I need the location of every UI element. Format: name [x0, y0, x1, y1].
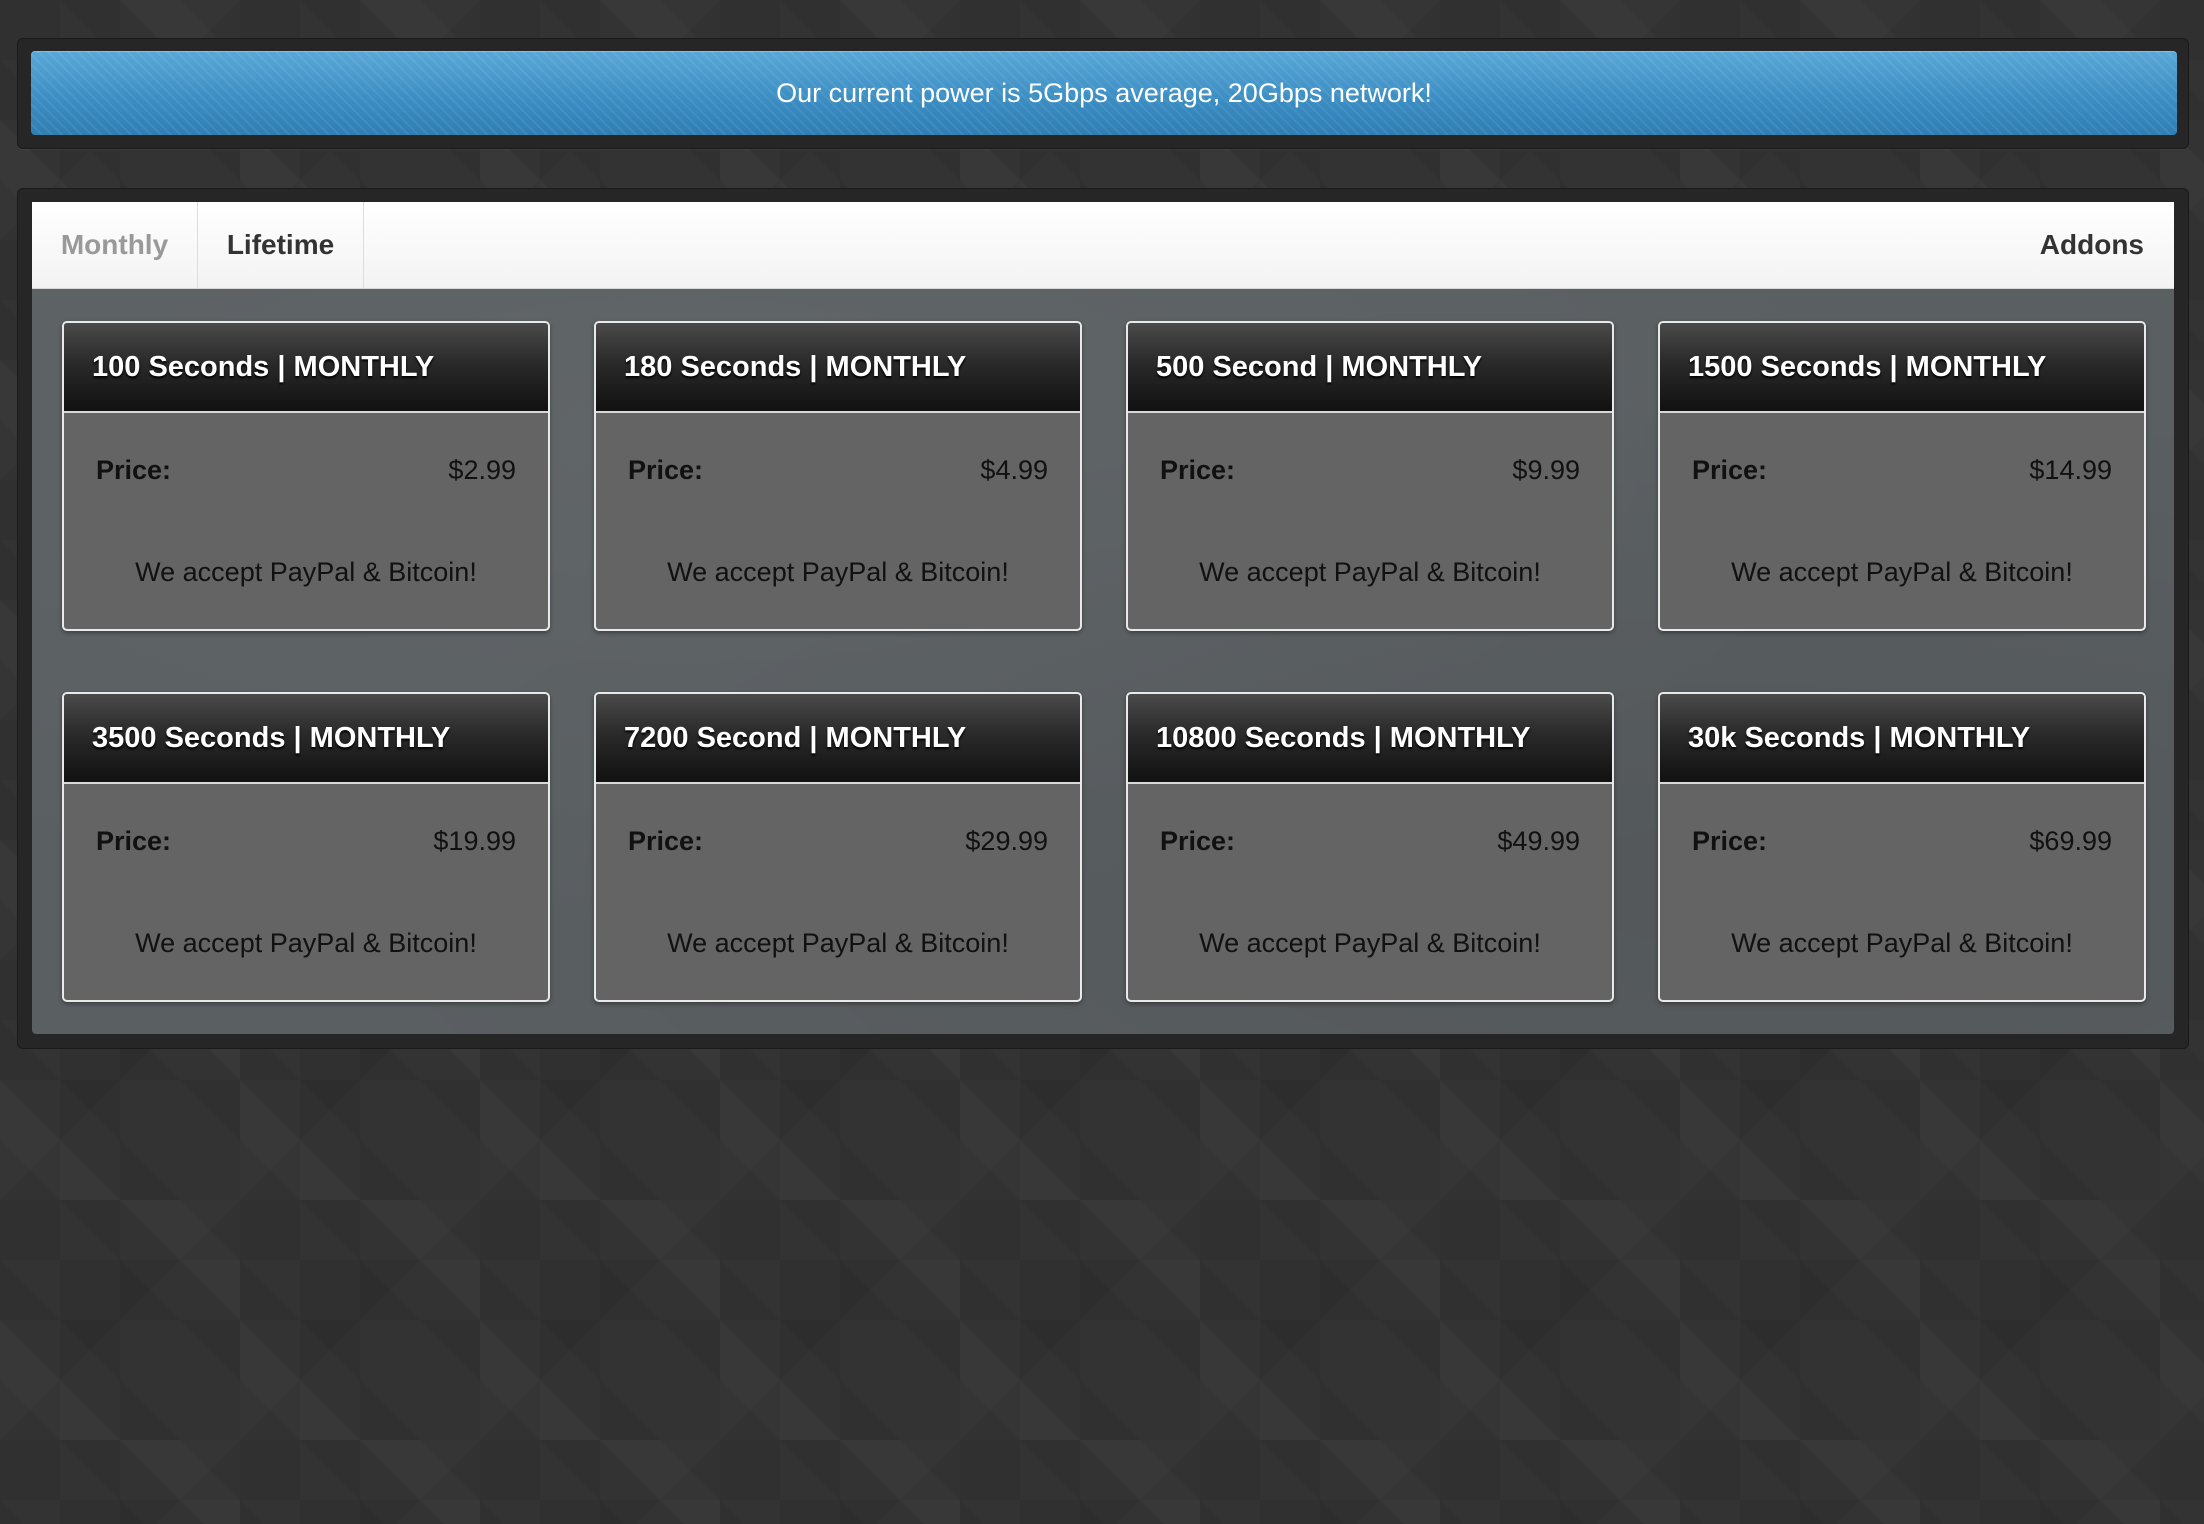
- announcement-text: Our current power is 5Gbps average, 20Gb…: [776, 77, 1432, 108]
- plan-title: 1500 Seconds | MONTHLY: [1688, 350, 2047, 383]
- price-row: Price: $69.99: [1692, 826, 2112, 857]
- plan-card-header: 7200 Second | MONTHLY: [596, 694, 1080, 784]
- price-label: Price:: [96, 826, 172, 856]
- payment-note: We accept PayPal & Bitcoin!: [1199, 557, 1541, 587]
- plan-card[interactable]: 3500 Seconds | MONTHLY Price: $19.99 We …: [62, 692, 550, 1002]
- plan-card[interactable]: 30k Seconds | MONTHLY Price: $69.99 We a…: [1658, 692, 2146, 1002]
- price-label: Price:: [1160, 826, 1236, 856]
- price-label: Price:: [628, 455, 704, 485]
- plan-card[interactable]: 1500 Seconds | MONTHLY Price: $14.99 We …: [1658, 321, 2146, 631]
- price-row: Price: $19.99: [96, 826, 516, 857]
- price-label: Price:: [1160, 455, 1236, 485]
- plans-panel: Monthly Lifetime Addons 100 Seconds | MO…: [17, 188, 2189, 1049]
- plan-card-header: 10800 Seconds | MONTHLY: [1128, 694, 1612, 784]
- plan-card-header: 100 Seconds | MONTHLY: [64, 323, 548, 413]
- plan-title: 10800 Seconds | MONTHLY: [1156, 721, 1531, 754]
- plan-card[interactable]: 100 Seconds | MONTHLY Price: $2.99 We ac…: [62, 321, 550, 631]
- price-row: Price: $4.99: [628, 455, 1048, 486]
- plan-title: 3500 Seconds | MONTHLY: [92, 721, 451, 754]
- tab-lifetime[interactable]: Lifetime: [198, 202, 364, 288]
- plan-title: 100 Seconds | MONTHLY: [92, 350, 435, 383]
- payment-note: We accept PayPal & Bitcoin!: [135, 928, 477, 958]
- plan-title: 500 Second | MONTHLY: [1156, 350, 1483, 383]
- plan-card[interactable]: 180 Seconds | MONTHLY Price: $4.99 We ac…: [594, 321, 1082, 631]
- price-row: Price: $29.99: [628, 826, 1048, 857]
- plan-card-header: 30k Seconds | MONTHLY: [1660, 694, 2144, 784]
- price-row: Price: $49.99: [1160, 826, 1580, 857]
- price-row: Price: $2.99: [96, 455, 516, 486]
- price-value: $4.99: [980, 455, 1048, 485]
- price-label: Price:: [1692, 826, 1768, 856]
- payment-note: We accept PayPal & Bitcoin!: [667, 928, 1009, 958]
- plans-grid: 100 Seconds | MONTHLY Price: $2.99 We ac…: [32, 289, 2174, 1034]
- plan-card[interactable]: 500 Second | MONTHLY Price: $9.99 We acc…: [1126, 321, 1614, 631]
- price-value: $69.99: [2029, 826, 2112, 856]
- payment-note: We accept PayPal & Bitcoin!: [1731, 928, 2073, 958]
- price-label: Price:: [628, 826, 704, 856]
- payment-note: We accept PayPal & Bitcoin!: [1731, 557, 2073, 587]
- plan-card[interactable]: 7200 Second | MONTHLY Price: $29.99 We a…: [594, 692, 1082, 1002]
- plan-title: 7200 Second | MONTHLY: [624, 721, 967, 754]
- announcement-banner: Our current power is 5Gbps average, 20Gb…: [31, 51, 2177, 135]
- price-row: Price: $9.99: [1160, 455, 1580, 486]
- announcement-panel: Our current power is 5Gbps average, 20Gb…: [17, 38, 2189, 149]
- plan-title: 30k Seconds | MONTHLY: [1688, 721, 2031, 754]
- price-label: Price:: [96, 455, 172, 485]
- price-value: $14.99: [2029, 455, 2112, 485]
- price-value: $29.99: [965, 826, 1048, 856]
- price-label: Price:: [1692, 455, 1768, 485]
- payment-note: We accept PayPal & Bitcoin!: [667, 557, 1009, 587]
- payment-note: We accept PayPal & Bitcoin!: [1199, 928, 1541, 958]
- price-row: Price: $14.99: [1692, 455, 2112, 486]
- price-value: $2.99: [448, 455, 516, 485]
- plan-title: 180 Seconds | MONTHLY: [624, 350, 967, 383]
- plan-tabs: Monthly Lifetime Addons: [32, 202, 2174, 289]
- payment-note: We accept PayPal & Bitcoin!: [135, 557, 477, 587]
- plan-card-header: 180 Seconds | MONTHLY: [596, 323, 1080, 413]
- plan-card-header: 1500 Seconds | MONTHLY: [1660, 323, 2144, 413]
- price-value: $49.99: [1497, 826, 1580, 856]
- plan-card-header: 500 Second | MONTHLY: [1128, 323, 1612, 413]
- plan-card[interactable]: 10800 Seconds | MONTHLY Price: $49.99 We…: [1126, 692, 1614, 1002]
- tab-addons[interactable]: Addons: [2040, 202, 2144, 288]
- price-value: $9.99: [1512, 455, 1580, 485]
- tab-monthly[interactable]: Monthly: [32, 202, 198, 288]
- plan-card-header: 3500 Seconds | MONTHLY: [64, 694, 548, 784]
- price-value: $19.99: [433, 826, 516, 856]
